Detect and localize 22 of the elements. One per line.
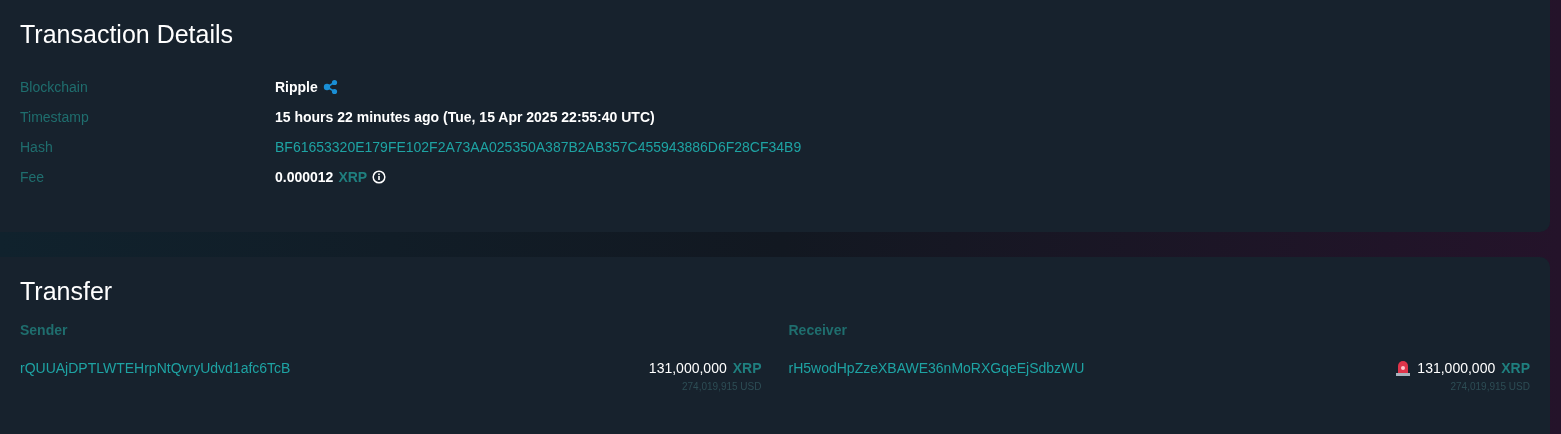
section-title: Transaction Details xyxy=(20,20,235,49)
address-link[interactable]: rH5wodHpZzeXBAWE36nMoRXGqeEjSdbzWU xyxy=(788,360,1085,376)
field-label: Blockchain xyxy=(20,78,89,97)
field-label: Hash xyxy=(20,138,54,157)
fee-value: 0.000012 xyxy=(275,168,334,187)
party-label: Receiver xyxy=(788,322,847,338)
amount-value: 131,000,000 xyxy=(1417,360,1496,376)
info-icon[interactable] xyxy=(372,170,387,184)
blockchain-value: Ripple xyxy=(275,78,318,97)
timestamp-value: 15 hours 22 minutes ago (Tue, 15 Apr 2025 22:55:40 UTC) xyxy=(275,108,655,127)
address-link[interactable]: rQUUAjDPTLWTEHrpNtQvryUdvd1afc6TcB xyxy=(20,360,291,376)
amount-value: 131,000,000 xyxy=(648,360,727,376)
siren-icon xyxy=(1395,360,1412,376)
section-title: Transfer xyxy=(20,277,114,306)
field-label: Fee xyxy=(20,168,46,187)
party-label: Sender xyxy=(20,322,68,338)
currency-unit: XRP xyxy=(338,168,368,187)
ripple-logo-icon xyxy=(322,79,339,95)
currency-unit: XRP xyxy=(1501,360,1530,376)
field-label: Timestamp xyxy=(20,108,90,127)
hash-link[interactable]: BF61653320E179FE102F2A73AA025350A387B2AB357C455943886D6F28CF34B9 xyxy=(275,137,802,157)
currency-unit: XRP xyxy=(732,360,762,376)
